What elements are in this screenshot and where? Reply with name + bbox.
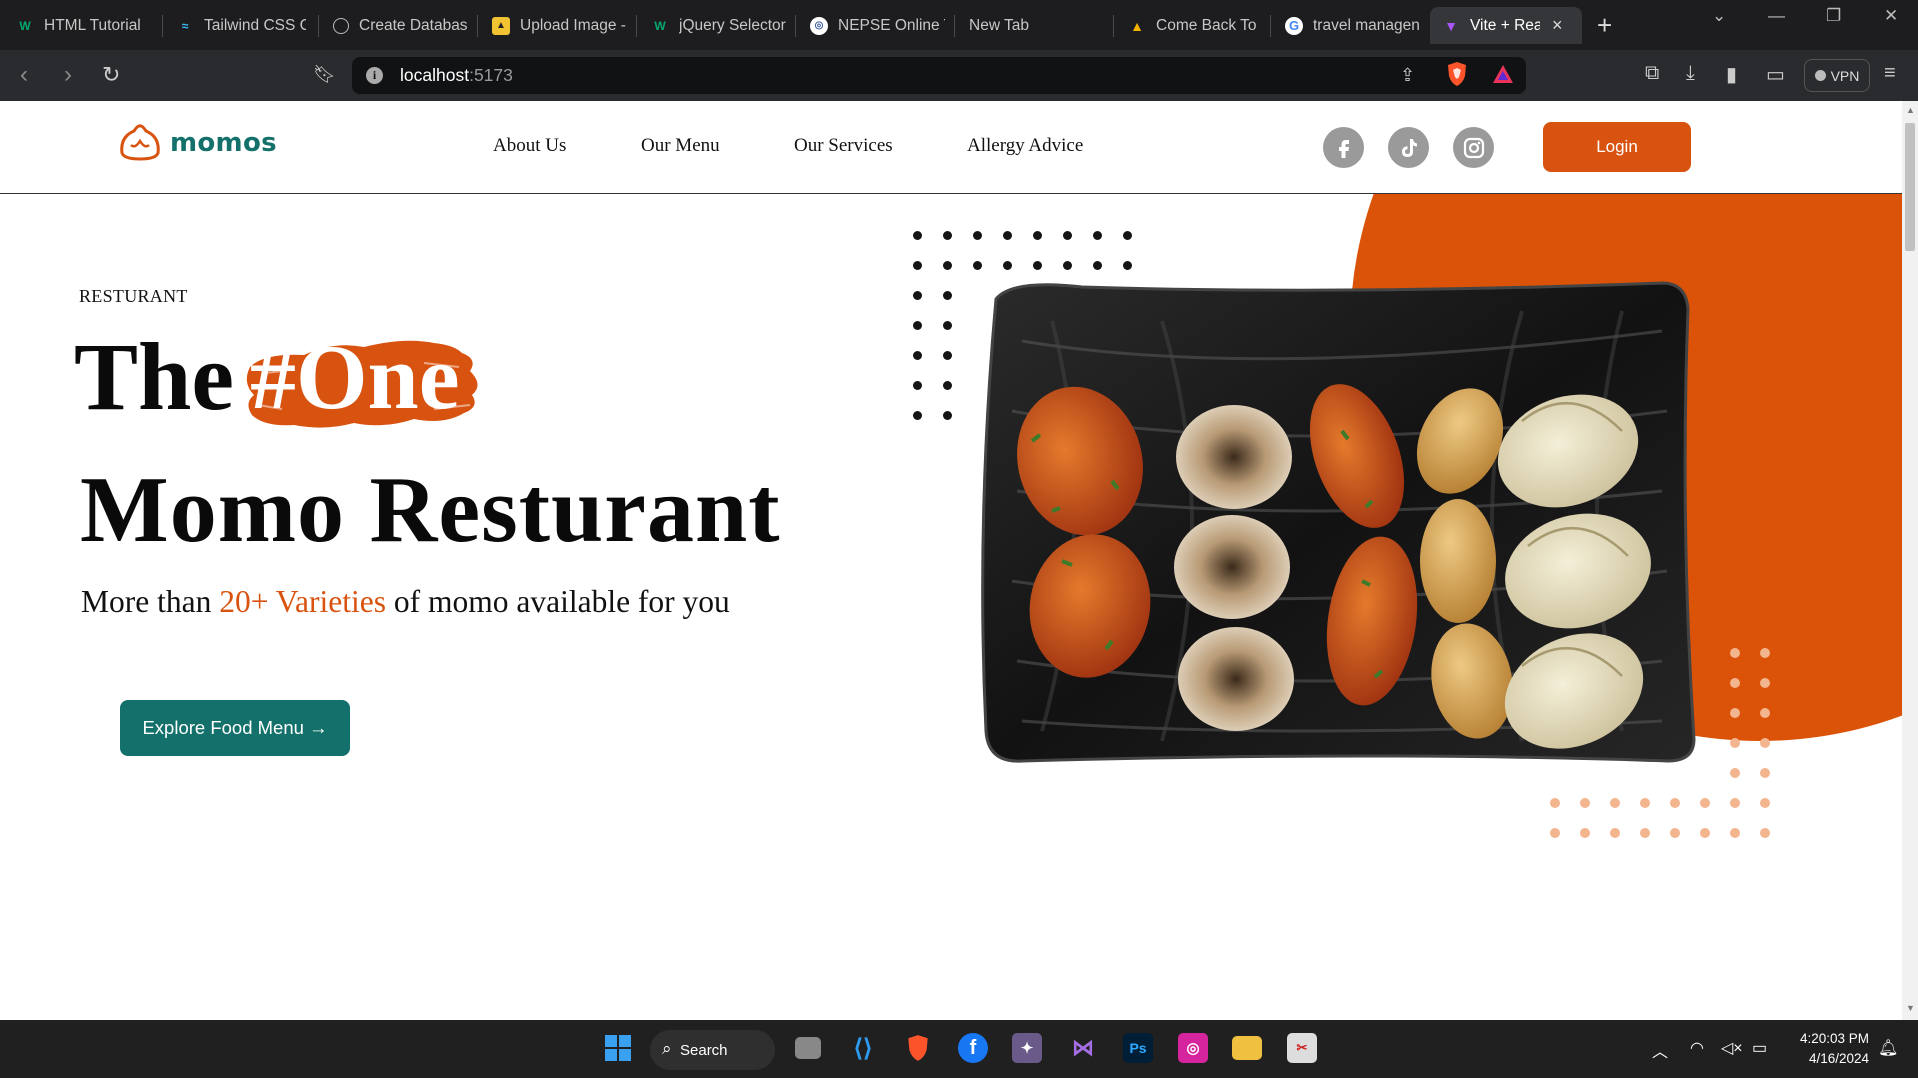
nav-our-services[interactable]: Our Services: [794, 135, 893, 157]
notification-icon[interactable]: 🔔︎: [1878, 1038, 1898, 1058]
tiktok-icon[interactable]: [1388, 127, 1429, 168]
site-header: momos About Us Our Menu Our Services All…: [0, 101, 1902, 194]
w3schools-icon: W: [19, 18, 31, 33]
scroll-down-icon[interactable]: ▼: [1906, 1003, 1915, 1013]
close-window-button[interactable]: ✕: [1884, 6, 1898, 26]
new-tab-button[interactable]: +: [1597, 10, 1612, 41]
tab-search-chevron-icon[interactable]: ⌄: [1712, 6, 1726, 26]
tab-nepse-online[interactable]: ◎ NEPSE Online T: [810, 7, 945, 44]
tab-come-back[interactable]: ▲ Come Back To I: [1128, 7, 1258, 44]
extensions-icon[interactable]: ⧉: [1645, 62, 1659, 85]
windows-taskbar: ⌕ Search ⟨⟩ f ✦ ⋈ Ps ◎ ✂ ︿ ◠ ◁× ▭ 4:20:0…: [0, 1020, 1918, 1078]
photoshop-icon[interactable]: Ps: [1123, 1033, 1153, 1063]
tab-tailwind[interactable]: ≈ Tailwind CSS Cc: [176, 7, 306, 44]
tab-new-tab[interactable]: New Tab: [969, 7, 1109, 44]
tab-vite-react[interactable]: ▼ Vite + Rea ×: [1430, 7, 1582, 44]
sidebar-icon[interactable]: ▮: [1726, 62, 1737, 87]
instagram-icon[interactable]: [1453, 127, 1494, 168]
file-explorer-icon[interactable]: [1232, 1036, 1262, 1060]
brave-icon[interactable]: [903, 1033, 933, 1063]
back-button[interactable]: ‹: [20, 61, 28, 89]
tab-jquery-selector[interactable]: W jQuery Selector: [651, 7, 786, 44]
forward-button[interactable]: ›: [64, 61, 72, 89]
battery-icon[interactable]: ▭: [1752, 1038, 1767, 1058]
visual-studio-icon[interactable]: ⋈: [1068, 1033, 1098, 1063]
browser-tab-strip: W HTML Tutorial ≈ Tailwind CSS Cc Create…: [0, 0, 1918, 50]
nav-our-menu[interactable]: Our Menu: [641, 135, 720, 157]
bookmark-icon[interactable]: 🔖︎: [313, 64, 336, 85]
nav-about-us[interactable]: About Us: [493, 135, 566, 157]
vpn-status-icon: [1814, 70, 1826, 81]
snipping-tool-icon[interactable]: ✂: [1287, 1033, 1317, 1063]
close-tab-icon[interactable]: ×: [1552, 15, 1563, 36]
facebook-icon[interactable]: [1323, 127, 1364, 168]
explore-food-menu-button[interactable]: Explore Food Menu →: [120, 700, 350, 756]
vite-icon: ▼: [1444, 17, 1458, 34]
search-icon: ⌕: [662, 1039, 672, 1058]
facebook-app-icon[interactable]: f: [958, 1033, 988, 1063]
login-button[interactable]: Login: [1543, 122, 1691, 172]
hero-highlight-text: #One: [250, 326, 460, 428]
minimize-button[interactable]: —: [1768, 6, 1785, 26]
share-icon[interactable]: ⇪: [1400, 65, 1415, 86]
task-view-icon[interactable]: [795, 1037, 821, 1059]
brand-name: momos: [170, 128, 277, 158]
hero-title: Momo Resturant: [80, 458, 781, 562]
varieties-highlight: 20+ Varieties: [219, 584, 386, 619]
reload-button[interactable]: ↻: [102, 62, 120, 88]
taskbar-search[interactable]: ⌕ Search: [650, 1030, 775, 1070]
site-info-icon[interactable]: i: [366, 67, 383, 84]
momo-logo-icon: [120, 124, 160, 161]
windows-start-icon[interactable]: [603, 1033, 633, 1063]
address-bar[interactable]: i localhost:5173 ⇪: [352, 57, 1526, 94]
hero-heading-the: The: [74, 323, 235, 430]
wifi-icon[interactable]: ◠: [1690, 1038, 1704, 1058]
scroll-up-icon[interactable]: ▲: [1906, 105, 1915, 115]
restore-button[interactable]: ❐: [1826, 6, 1841, 26]
nepse-icon: ◎: [810, 16, 828, 35]
tab-html-tutorial[interactable]: W HTML Tutorial: [16, 7, 156, 44]
brave-shields-icon[interactable]: [1446, 61, 1468, 93]
web-page: momos About Us Our Menu Our Services All…: [0, 101, 1902, 1020]
brave-rewards-icon[interactable]: [1492, 64, 1514, 90]
volume-muted-icon[interactable]: ◁×: [1721, 1038, 1743, 1058]
tab-upload-image[interactable]: ▲ Upload Image -: [492, 7, 627, 44]
brand-logo[interactable]: momos: [118, 123, 277, 163]
instagram-app-icon[interactable]: ◎: [1178, 1033, 1208, 1063]
downloads-icon[interactable]: ⤓: [1686, 62, 1695, 85]
tab-travel-management[interactable]: G travel managen: [1285, 7, 1420, 44]
nav-allergy-advice[interactable]: Allergy Advice: [967, 135, 1083, 157]
tailwind-icon: ≈: [181, 18, 189, 33]
url-text: localhost:5173: [400, 65, 513, 85]
google-icon: G: [1285, 16, 1303, 35]
vscode-icon[interactable]: ⟨⟩: [848, 1033, 878, 1063]
upload-icon: ▲: [492, 16, 510, 35]
tab-create-database[interactable]: Create Databas: [333, 7, 468, 44]
game-app-icon[interactable]: ✦: [1012, 1033, 1042, 1063]
hero-subtitle: More than 20+ Varieties of momo availabl…: [81, 584, 730, 619]
taskbar-clock[interactable]: 4:20:03 PM 4/16/2024: [1785, 1029, 1869, 1069]
drive-icon: ▲: [1130, 17, 1144, 34]
hero-eyebrow: RESTURANT: [79, 286, 188, 306]
hero-highlight: #One: [244, 326, 484, 433]
page-scrollbar[interactable]: ▲ ▼: [1902, 101, 1918, 1020]
browser-toolbar: ‹ › ↻ 🔖︎ i localhost:5173 ⇪ ⧉ ⤓ ▮ ▭ VPN …: [0, 50, 1918, 101]
menu-icon[interactable]: ≡: [1884, 62, 1896, 85]
momo-plate-image: [981, 281, 1696, 763]
scrollbar-thumb[interactable]: [1905, 123, 1915, 251]
wallet-icon[interactable]: ▭: [1766, 62, 1785, 87]
openai-icon: [333, 17, 349, 34]
vpn-button[interactable]: VPN: [1804, 59, 1870, 92]
w3schools-icon: W: [654, 18, 666, 33]
tray-chevron-icon[interactable]: ︿: [1652, 1038, 1668, 1062]
